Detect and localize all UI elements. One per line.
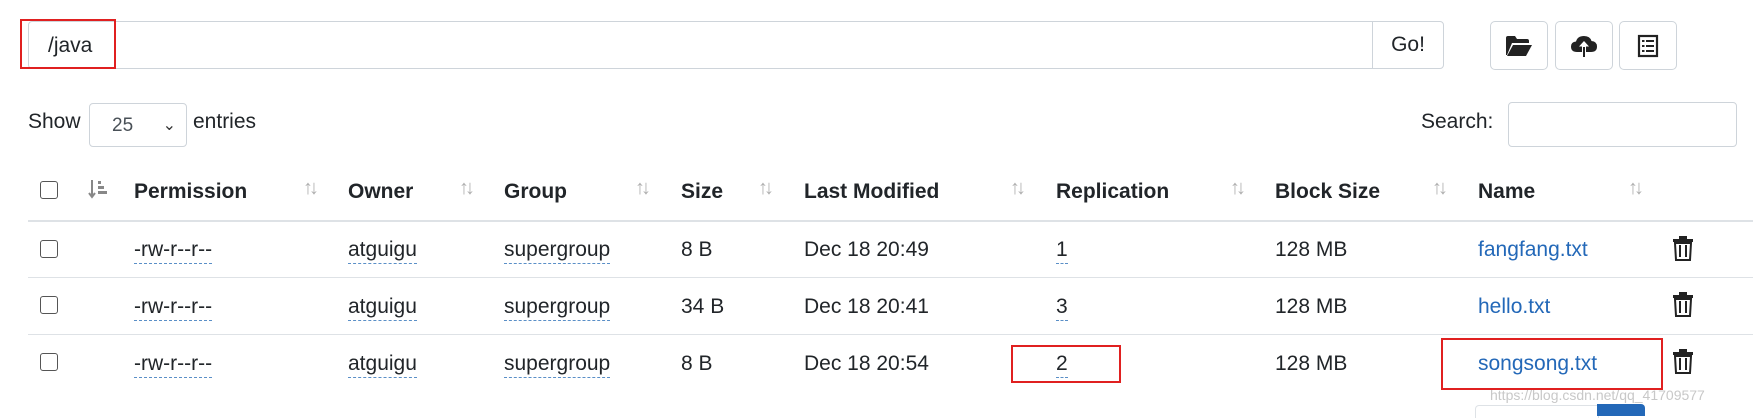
go-button[interactable]: Go!	[1372, 21, 1444, 69]
trash-icon	[1673, 236, 1693, 261]
modified-cell: Dec 18 20:49	[804, 238, 929, 261]
sort-icon[interactable]: ↑↓	[1432, 177, 1448, 200]
name-highlight-box	[1441, 338, 1663, 390]
column-header-name[interactable]: Name	[1478, 180, 1535, 204]
column-header-block-size[interactable]: Block Size	[1275, 180, 1380, 204]
row-checkbox[interactable]	[40, 240, 58, 258]
trash-icon	[1673, 349, 1693, 374]
cloud-upload-icon	[1571, 35, 1597, 57]
owner-cell[interactable]: atguigu	[348, 238, 417, 264]
group-cell[interactable]: supergroup	[504, 352, 611, 378]
group-cell[interactable]: supergroup	[504, 295, 611, 321]
size-cell: 34 B	[681, 295, 725, 318]
upload-button[interactable]	[1555, 21, 1613, 70]
replication-cell[interactable]: 1	[1056, 238, 1068, 264]
replication-highlight-box	[1011, 345, 1121, 383]
sort-icon[interactable]: ↑↓	[1010, 177, 1026, 200]
column-header-group[interactable]: Group	[504, 180, 567, 204]
row-checkbox[interactable]	[40, 296, 58, 314]
delete-button[interactable]	[1672, 291, 1694, 322]
column-header-owner[interactable]: Owner	[348, 180, 413, 204]
select-all-checkbox[interactable]	[40, 181, 58, 199]
group-cell[interactable]: supergroup	[504, 238, 611, 264]
delete-button[interactable]	[1672, 235, 1694, 266]
header-divider	[28, 220, 1753, 222]
modified-cell: Dec 18 20:41	[804, 295, 929, 318]
sort-icon[interactable]: ↑↓	[635, 177, 651, 200]
size-cell: 8 B	[681, 238, 713, 261]
sort-icon[interactable]: ↑↓	[459, 177, 475, 200]
column-header-permission[interactable]: Permission	[134, 180, 247, 204]
sort-icon[interactable]: ↑↓	[303, 177, 319, 200]
sort-desc-icon[interactable]	[88, 178, 110, 205]
chevron-down-icon: ⌄	[162, 117, 176, 134]
entries-select[interactable]: 25 ⌄	[89, 103, 187, 147]
replication-cell[interactable]: 3	[1056, 295, 1068, 321]
owner-cell[interactable]: atguigu	[348, 295, 417, 321]
modified-cell: Dec 18 20:54	[804, 352, 929, 375]
list-view-button[interactable]	[1619, 21, 1677, 70]
size-cell: 8 B	[681, 352, 713, 375]
create-directory-button[interactable]	[1490, 21, 1548, 70]
sort-icon[interactable]: ↑↓	[758, 177, 774, 200]
entries-label: entries	[193, 110, 257, 133]
trash-icon	[1673, 292, 1693, 317]
pagination-button[interactable]	[1475, 405, 1599, 418]
entries-select-value: 25	[112, 115, 134, 136]
permission-cell[interactable]: -rw-r--r--	[134, 295, 213, 321]
row-divider	[28, 277, 1753, 278]
path-highlight-box	[20, 19, 116, 69]
sort-icon[interactable]: ↑↓	[1628, 177, 1644, 200]
file-name-link[interactable]: fangfang.txt	[1478, 238, 1588, 262]
permission-cell[interactable]: -rw-r--r--	[134, 352, 213, 378]
owner-cell[interactable]: atguigu	[348, 352, 417, 378]
sort-icon[interactable]: ↑↓	[1230, 177, 1246, 200]
column-header-last-modified[interactable]: Last Modified	[804, 180, 939, 204]
delete-button[interactable]	[1672, 348, 1694, 379]
file-name-link[interactable]: hello.txt	[1478, 295, 1550, 319]
permission-cell[interactable]: -rw-r--r--	[134, 238, 213, 264]
column-header-replication[interactable]: Replication	[1056, 180, 1169, 204]
column-header-size[interactable]: Size	[681, 180, 723, 204]
search-input[interactable]	[1508, 102, 1737, 147]
list-icon	[1637, 34, 1659, 57]
pagination-active-page[interactable]	[1597, 404, 1645, 416]
search-label: Search:	[1421, 110, 1494, 133]
path-input[interactable]: /java	[28, 21, 1373, 69]
block-size-cell: 128 MB	[1275, 238, 1348, 261]
row-divider	[28, 334, 1753, 335]
block-size-cell: 128 MB	[1275, 295, 1348, 318]
folder-open-icon	[1506, 35, 1532, 56]
show-label: Show	[28, 110, 81, 133]
block-size-cell: 128 MB	[1275, 352, 1348, 375]
watermark: https://blog.csdn.net/qq_41709577	[1490, 387, 1705, 403]
row-checkbox[interactable]	[40, 353, 58, 371]
